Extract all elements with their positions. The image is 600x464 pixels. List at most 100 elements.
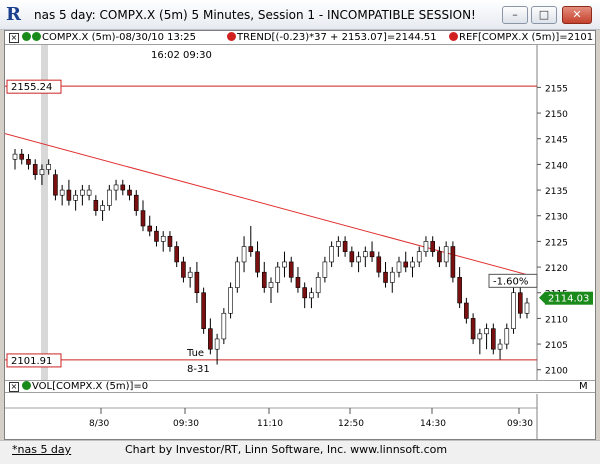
candle-body bbox=[268, 282, 274, 288]
price-tick-label: 2140 bbox=[545, 161, 568, 171]
candle-body bbox=[154, 230, 159, 242]
price-tick-label: 2150 bbox=[545, 110, 568, 120]
candle-body bbox=[450, 246, 456, 278]
price-chart[interactable]: 2155215021452140213521302125212021152110… bbox=[5, 45, 595, 380]
time-tick-label: 14:30 bbox=[420, 419, 446, 429]
candle-body bbox=[140, 210, 146, 227]
candle-body bbox=[396, 261, 402, 273]
time-tick-label: 09:30 bbox=[173, 419, 199, 429]
green-dot-icon bbox=[22, 381, 31, 390]
legend-trend[interactable]: TREND[(-0.23)*37 + 2153.07]=2144.51 bbox=[227, 32, 437, 43]
time-readout: 16:02 09:30 bbox=[151, 50, 212, 61]
red-dot-icon bbox=[227, 32, 236, 41]
volume-legend-bar: × VOL[COMPX.X (5m)]=0 M bbox=[5, 380, 595, 393]
candle-body bbox=[160, 235, 166, 242]
candle-body bbox=[80, 189, 85, 196]
candle-body bbox=[19, 153, 25, 160]
legend-ref[interactable]: REF[COMPX.X (5m)]=2101 bbox=[449, 32, 593, 43]
candle-body bbox=[484, 328, 489, 335]
price-tick-label: 2100 bbox=[545, 367, 568, 377]
time-tick-label: 8/30 bbox=[89, 419, 109, 429]
chart-window[interactable]: × COMPX.X (5m)-08/30/10 13:25 TREND[(-0.… bbox=[4, 30, 596, 440]
volume-menu-button[interactable]: M bbox=[579, 381, 588, 392]
legend-symbol[interactable]: COMPX.X (5m)-08/30/10 13:25 bbox=[22, 32, 196, 43]
candle-body bbox=[12, 153, 18, 160]
price-legend-bar: × COMPX.X (5m)-08/30/10 13:25 TREND[(-0.… bbox=[5, 31, 595, 45]
candle-body bbox=[309, 292, 314, 299]
candle-body bbox=[255, 251, 260, 273]
candle-body bbox=[208, 328, 213, 350]
candle-body bbox=[53, 174, 58, 196]
candle-body bbox=[214, 338, 220, 350]
collapse-box-icon[interactable]: × bbox=[9, 33, 19, 43]
candle-body bbox=[383, 271, 388, 283]
time-axis: 8/30 09:30 11:10 12:50 14:30 09:30 bbox=[5, 394, 538, 440]
session-date: 8-31 bbox=[187, 364, 210, 375]
red-dot-icon bbox=[449, 32, 458, 41]
candle-body bbox=[86, 189, 92, 196]
candle-body bbox=[329, 246, 334, 263]
candle-body bbox=[437, 251, 442, 263]
price-tick-label: 2120 bbox=[545, 264, 568, 274]
candle-body bbox=[511, 292, 516, 329]
price-tick-label: 2110 bbox=[545, 315, 568, 325]
maximize-button[interactable]: □ bbox=[531, 6, 557, 24]
candle-body bbox=[282, 261, 287, 268]
window-title: nas 5 day: COMPX.X (5m) 5 Minutes, Sessi… bbox=[34, 8, 476, 22]
candles-group bbox=[12, 149, 530, 365]
candle-body bbox=[133, 194, 139, 211]
candle-body bbox=[403, 261, 409, 268]
last-price-arrow-icon bbox=[539, 291, 545, 304]
price-tick-label: 2105 bbox=[545, 341, 568, 351]
session-shade bbox=[41, 45, 48, 380]
candle-body bbox=[497, 343, 503, 350]
candle-body bbox=[221, 312, 227, 340]
green-dot-icon bbox=[22, 32, 31, 41]
legend-trend-label: TREND[(-0.23)*37 + 2153.07]=2144.51 bbox=[237, 32, 437, 43]
candle-body bbox=[120, 184, 126, 191]
legend-volume[interactable]: VOL[COMPX.X (5m)]=0 bbox=[22, 381, 148, 392]
minimize-button[interactable]: – bbox=[502, 6, 528, 24]
collapse-box-icon[interactable]: × bbox=[9, 382, 19, 392]
price-tick-label: 2155 bbox=[545, 84, 568, 94]
trend-line bbox=[5, 133, 538, 278]
candle-body bbox=[470, 318, 476, 340]
candle-body bbox=[389, 271, 395, 283]
candle-body bbox=[93, 200, 99, 211]
candle-body bbox=[39, 169, 45, 175]
candle-body bbox=[59, 189, 65, 196]
candle-body bbox=[336, 241, 341, 247]
time-tick-label: 11:10 bbox=[257, 419, 283, 429]
candle-body bbox=[127, 189, 132, 196]
candle-body bbox=[194, 271, 200, 294]
candle-body bbox=[235, 261, 240, 288]
candle-body bbox=[187, 271, 193, 278]
volume-label: VOL[COMPX.X (5m)]=0 bbox=[32, 381, 149, 392]
price-tick-label: 2145 bbox=[545, 136, 568, 146]
candle-body bbox=[113, 184, 119, 191]
candle-body bbox=[73, 194, 78, 201]
candle-body bbox=[342, 241, 348, 252]
green-dot-icon bbox=[32, 32, 41, 41]
candle-body bbox=[349, 251, 355, 263]
price-tick-label: 2130 bbox=[545, 213, 568, 223]
investor-rt-logo-icon: R bbox=[6, 4, 21, 25]
candle-body bbox=[464, 302, 469, 319]
close-button[interactable]: ✕ bbox=[562, 6, 592, 24]
ref-high-value: 2155.24 bbox=[11, 82, 52, 93]
candle-body bbox=[241, 246, 247, 263]
ref-low-value: 2101.91 bbox=[11, 356, 52, 367]
candle-body bbox=[302, 287, 307, 299]
candle-body bbox=[410, 261, 415, 268]
price-tick-label: 2125 bbox=[545, 238, 568, 248]
candle-body bbox=[295, 277, 301, 288]
candle-body bbox=[457, 277, 462, 304]
candle-body bbox=[26, 158, 31, 165]
workspace-tab[interactable]: *nas 5 day bbox=[12, 443, 71, 456]
candle-body bbox=[167, 235, 173, 247]
candle-body bbox=[504, 328, 510, 345]
session-day: Tue bbox=[186, 348, 204, 359]
candle-body bbox=[174, 246, 179, 263]
candle-body bbox=[248, 246, 254, 252]
candle-body bbox=[443, 246, 449, 263]
